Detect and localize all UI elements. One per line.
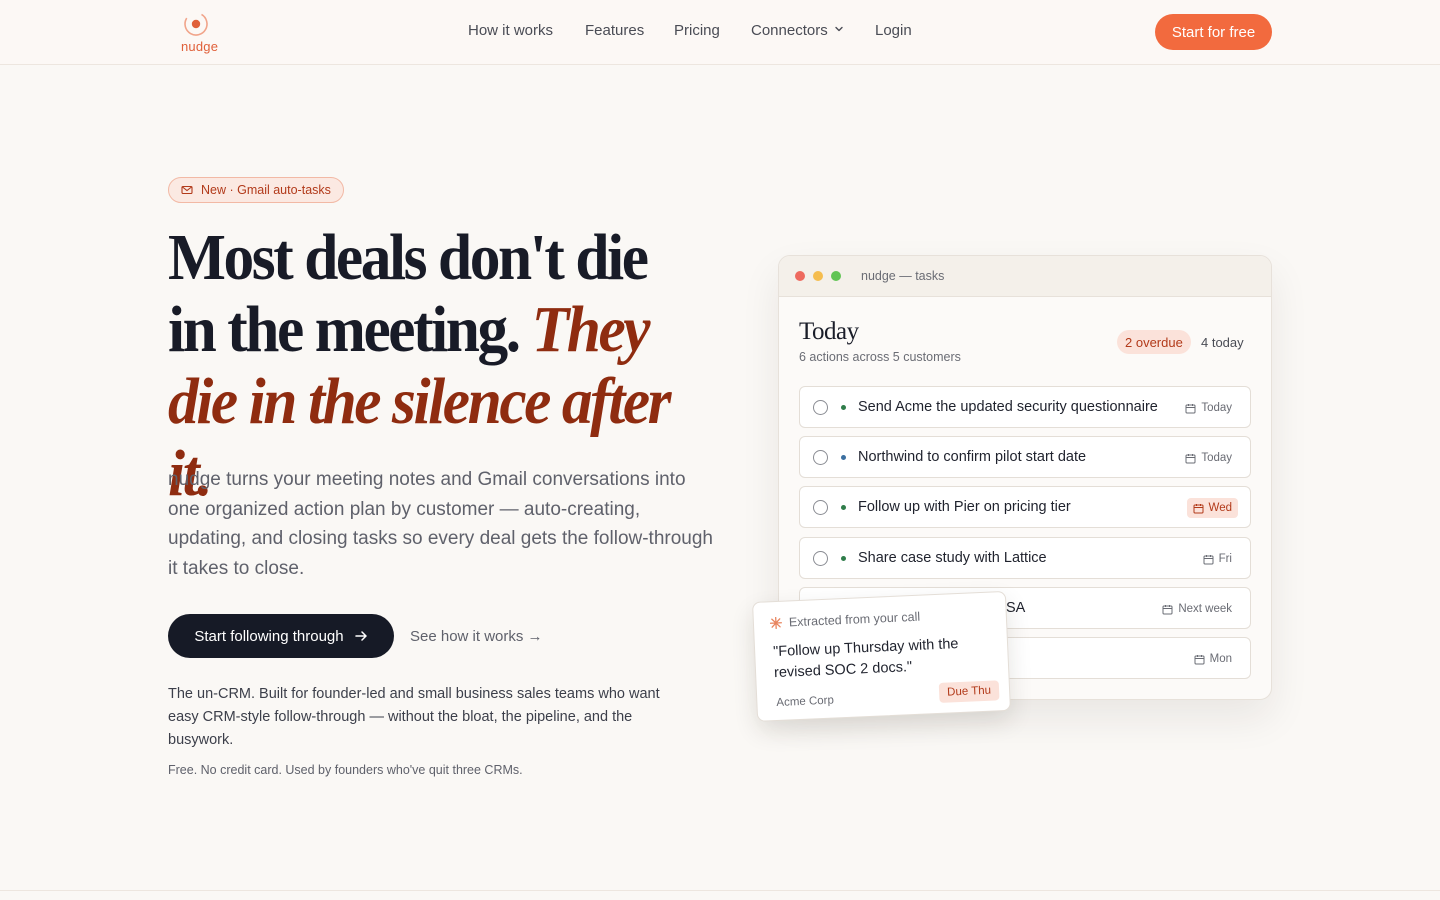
extract-client: Acme Corp <box>776 694 835 710</box>
task-due-label: Today <box>1201 452 1232 464</box>
start-free-button[interactable]: Start for free <box>1155 14 1272 50</box>
calendar-icon <box>1203 554 1214 564</box>
task-due-date: Next week <box>1156 599 1238 619</box>
window-titlebar: nudge — tasks <box>779 256 1271 297</box>
extract-quote: "Follow up Thursday with the revised SOC… <box>772 636 959 682</box>
task-due-label: Today <box>1201 402 1232 414</box>
calendar-icon <box>1194 654 1205 664</box>
today-subheading: 6 actions across 5 customers <box>799 350 961 364</box>
brand-logo[interactable]: nudge <box>178 10 218 56</box>
badge-label: New · Gmail auto-tasks <box>201 183 331 197</box>
nav-login[interactable]: Login <box>875 22 912 39</box>
task-due-label: Next week <box>1178 603 1232 615</box>
task-row[interactable]: Northwind to confirm pilot start date Tod… <box>799 436 1251 478</box>
calendar-icon <box>1162 604 1173 614</box>
window-title: nudge — tasks <box>861 269 945 283</box>
logo-icon <box>184 12 208 36</box>
task-status-dot-icon <box>841 556 846 561</box>
task-status-dot-icon <box>841 505 846 510</box>
task-checkbox[interactable] <box>813 551 828 566</box>
hero-subtext: The un-CRM. Built for founder-led and sm… <box>168 686 660 748</box>
task-due-date: Today <box>1179 398 1238 418</box>
task-status-dot-icon <box>841 455 846 460</box>
nav-connectors-label: Connectors <box>751 22 828 39</box>
extract-due-badge: Due Thu <box>938 680 1000 703</box>
maximize-dot-icon <box>831 271 841 281</box>
task-label: Send Acme the updated security questionn… <box>858 399 1158 415</box>
task-due-label: Fri <box>1218 553 1232 565</box>
primary-button-label: Start following through <box>194 627 344 645</box>
task-due-date: Today <box>1179 448 1238 468</box>
new-feature-badge[interactable]: New · Gmail auto-tasks <box>168 177 344 203</box>
minimize-dot-icon <box>813 271 823 281</box>
task-row[interactable]: Share case study with Lattice Fri <box>799 537 1251 579</box>
task-checkbox[interactable] <box>813 400 828 415</box>
see-how-it-works-link[interactable]: See how it works → <box>410 628 543 645</box>
nav-features[interactable]: Features <box>585 22 644 39</box>
brand-name: nudge <box>181 39 219 54</box>
task-status-dot-icon <box>841 405 846 410</box>
extracted-call-card[interactable]: Extracted from your call "Follow up Thur… <box>752 590 1011 722</box>
today-count-badge[interactable]: 4 today <box>1193 330 1252 354</box>
task-checkbox[interactable] <box>813 500 828 515</box>
chevron-down-icon <box>835 26 843 32</box>
task-due-date: Fri <box>1197 549 1238 569</box>
task-row[interactable]: Follow up with Pier on pricing tier Wed <box>799 486 1251 528</box>
nav-pricing[interactable]: Pricing <box>674 22 720 39</box>
task-label: Share case study with Lattice <box>858 550 1047 566</box>
task-row[interactable]: Send Acme the updated security questionn… <box>799 386 1251 428</box>
nav-connectors[interactable]: Connectors <box>751 22 844 39</box>
hero-lede: nudge turns your meeting notes and Gmail… <box>168 469 713 579</box>
task-due-label: Wed <box>1208 502 1232 514</box>
task-label: SA <box>1006 600 1026 616</box>
task-label: Northwind to confirm pilot start date <box>858 449 1087 465</box>
task-checkbox[interactable] <box>813 450 828 465</box>
calendar-icon <box>1185 403 1196 413</box>
task-due-date: Mon <box>1188 649 1238 669</box>
nav-how-it-works[interactable]: How it works <box>468 22 553 39</box>
arrow-right-icon <box>354 631 367 641</box>
extract-header: Extracted from your call <box>769 609 921 631</box>
mail-icon <box>181 185 193 195</box>
today-heading: Today <box>799 318 859 345</box>
sparkle-icon <box>769 616 783 630</box>
task-due-date: Wed <box>1186 498 1238 518</box>
task-due-label: Mon <box>1209 653 1232 665</box>
hero-fineprint: Free. No credit card. Used by founders w… <box>168 763 523 777</box>
section-divider <box>0 890 1440 891</box>
close-dot-icon <box>795 271 805 281</box>
task-label: Follow up with Pier on pricing tier <box>858 499 1071 515</box>
calendar-icon <box>1185 453 1196 463</box>
top-nav: nudge How it works Features Pricing Conn… <box>0 0 1440 65</box>
extract-header-label: Extracted from your call <box>788 609 921 630</box>
overdue-badge[interactable]: 2 overdue <box>1117 330 1191 354</box>
calendar-icon <box>1193 503 1204 513</box>
start-following-button[interactable]: Start following through <box>168 614 394 658</box>
